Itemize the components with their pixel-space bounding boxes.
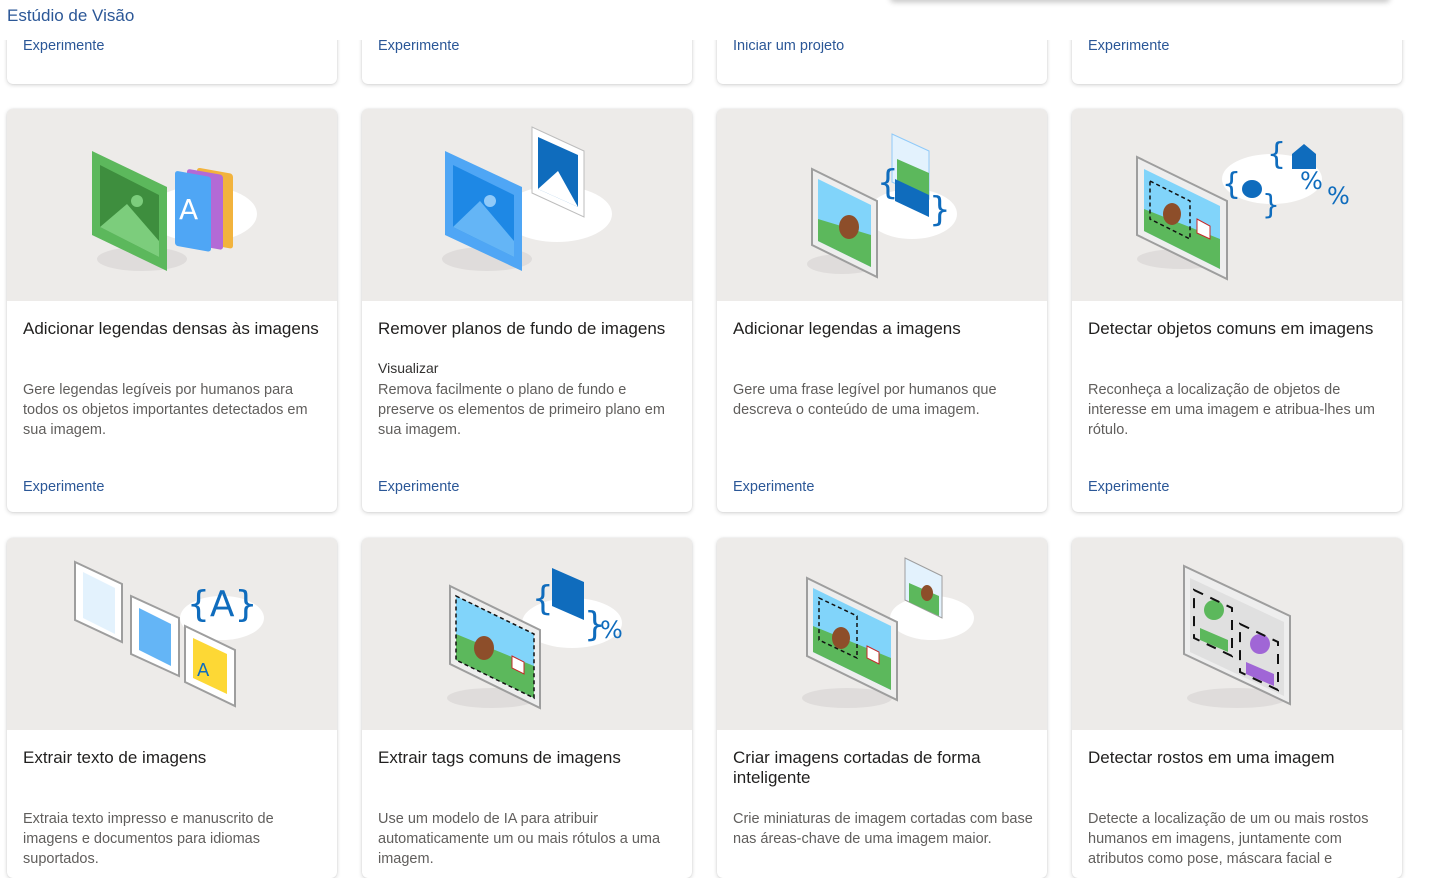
ocr-illustration: {A} A [7,538,337,730]
card-tagging[interactable]: { } % Extrair tags comuns de imagens Use… [362,538,692,878]
image-caption-illustration: { } [717,109,1047,301]
svg-text:}: } [1262,188,1280,221]
card-smart-crop[interactable]: Criar imagens cortadas de forma intelige… [717,538,1047,878]
background-removal-illustration [362,109,692,301]
card-ocr[interactable]: {A} A Extrair texto de imagens Extraia t… [7,538,337,878]
svg-text:{: { [1267,137,1286,172]
svg-text:%: % [1327,182,1350,210]
card-background-removal[interactable]: Remover planos de fundo de imagens Visua… [362,109,692,512]
card-title: Detectar objetos comuns em imagens [1088,319,1374,338]
preview-badge: Visualizar [378,360,439,376]
card-description: Gere legendas legíveis por humanos para … [23,382,308,438]
try-link[interactable]: Experimente [1088,479,1169,495]
app-header: Estúdio de Visão [0,0,1441,40]
card-description: Gere uma frase legível por humanos que d… [733,382,997,418]
try-link[interactable]: Experimente [378,38,459,54]
card-title: Detectar rostos em uma imagem [1088,748,1335,767]
card-title: Adicionar legendas a imagens [733,319,961,338]
dense-captions-illustration: A [7,109,337,301]
card-title: Criar imagens cortadas de forma intelige… [733,748,981,787]
card-description: Remova facilmente o plano de fundo e pre… [378,382,665,438]
svg-text:%: % [1300,167,1323,195]
card-title: Remover planos de fundo de imagens [378,319,666,338]
face-detection-illustration [1072,538,1402,730]
card-description: Extraia texto impresso e manuscrito de i… [23,811,274,867]
tagging-illustration: { } % [362,538,692,730]
card-description: Detecte a localização de um ou mais rost… [1088,811,1369,867]
svg-text:}: } [929,190,951,230]
svg-text:{: { [532,579,554,619]
app-title[interactable]: Estúdio de Visão [7,6,134,26]
start-project-link[interactable]: Iniciar um projeto [733,38,844,54]
svg-text:{: { [1222,167,1241,202]
object-detection-illustration: { { } % % [1072,109,1402,301]
try-link[interactable]: Experimente [23,38,104,54]
card-title: Extrair tags comuns de imagens [378,748,621,767]
card-image-caption[interactable]: { } Adicionar legendas a imagens Gere um… [717,109,1047,512]
svg-text:A: A [197,660,210,681]
card-object-detection[interactable]: { { } % % Detectar objetos comuns em ima… [1072,109,1402,512]
svg-text:{A}: {A} [187,584,257,625]
try-link[interactable]: Experimente [378,479,459,495]
card-title: Extrair texto de imagens [23,748,207,767]
card-title: Adicionar legendas densas às imagens [23,319,319,338]
card-face-detection[interactable]: Detectar rostos em uma imagem Detecte a … [1072,538,1402,878]
svg-text:A: A [179,193,198,226]
smart-crop-illustration [717,538,1047,730]
try-link[interactable]: Experimente [1088,38,1169,54]
try-link[interactable]: Experimente [23,479,104,495]
svg-text:%: % [600,616,623,644]
try-link[interactable]: Experimente [733,479,814,495]
card-description: Crie miniaturas de imagem cortadas com b… [733,811,1033,847]
card-dense-captions[interactable]: A Adicionar legendas densas às imagens G… [7,109,337,512]
card-description: Reconheça a localização de objetos de in… [1088,382,1375,438]
card-description: Use um modelo de IA para atribuir automa… [378,811,661,867]
